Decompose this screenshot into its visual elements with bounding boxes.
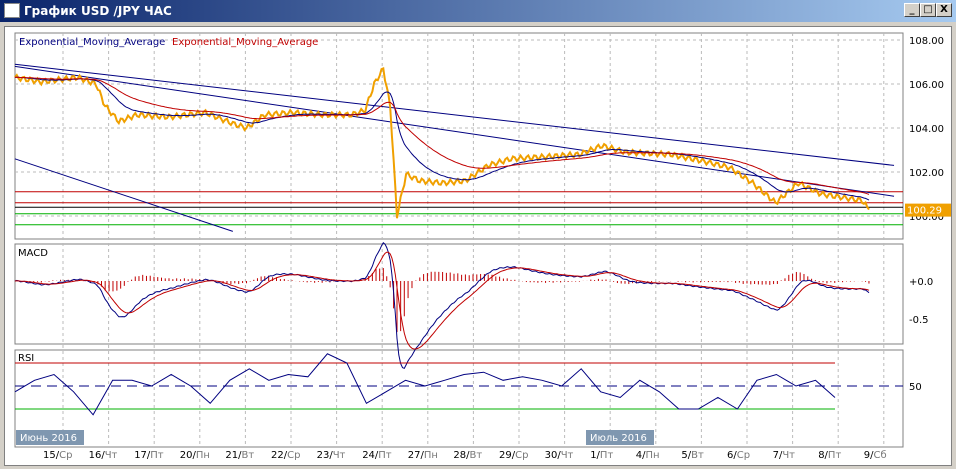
date-day: 16/ — [89, 450, 106, 461]
date-label: 6/Ср — [727, 450, 750, 461]
date-day: 20/ — [180, 450, 197, 461]
date-weekday: Ср — [59, 450, 72, 461]
date-weekday: Чт — [782, 450, 795, 461]
legend-ema-fast: Exponential_Moving_Average — [19, 37, 165, 48]
date-weekday: Вт — [691, 450, 704, 461]
date-weekday: Чт — [333, 450, 346, 461]
date-weekday: Пн — [196, 450, 210, 461]
price-tick: 102.00 — [909, 168, 944, 179]
date-day: 21/ — [225, 450, 242, 461]
price-line — [14, 67, 870, 219]
price-panel — [14, 32, 904, 240]
trend-line — [14, 65, 895, 197]
date-weekday: Пт — [828, 450, 842, 461]
date-day: 30/ — [545, 450, 562, 461]
date-label: 23/Чт — [317, 450, 346, 461]
date-weekday: Ср — [515, 450, 528, 461]
legend-ema-slow: Exponential_Moving_Average — [172, 37, 318, 48]
date-day: 24/ — [362, 450, 379, 461]
month-label: Июль 2016 — [590, 433, 647, 444]
price-tick: 106.00 — [909, 80, 944, 91]
date-weekday: Вт — [469, 450, 482, 461]
date-label: 22/Ср — [271, 450, 300, 461]
date-weekday: Чт — [561, 450, 574, 461]
date-day: 27/ — [408, 450, 425, 461]
date-weekday: Чт — [105, 450, 118, 461]
price-tick: 104.00 — [909, 124, 944, 135]
date-day: 23/ — [317, 450, 334, 461]
rsi-panel — [14, 349, 904, 448]
date-label: 17/Пт — [134, 450, 164, 461]
rsi-tick: 50 — [909, 382, 922, 393]
date-weekday: Пт — [378, 450, 392, 461]
date-label: 27/Пн — [408, 450, 438, 461]
date-day: 29/ — [499, 450, 516, 461]
current-price-label: 100.29 — [907, 206, 942, 217]
date-label: 20/Пн — [180, 450, 210, 461]
date-day: 17/ — [134, 450, 151, 461]
date-label: 5/Вт — [681, 450, 704, 461]
chart-canvas[interactable]: Exponential_Moving_Average Exponential_M… — [0, 0, 956, 469]
macd-tick: -0.5 — [909, 315, 929, 326]
date-label: 15/Ср — [43, 450, 72, 461]
date-weekday: Ср — [737, 450, 750, 461]
date-weekday: Пн — [646, 450, 660, 461]
date-day: 22/ — [271, 450, 288, 461]
macd-tick: +0.0 — [909, 277, 933, 288]
date-day: 28/ — [453, 450, 470, 461]
date-label: 29/Ср — [499, 450, 528, 461]
date-label: 7/Чт — [773, 450, 796, 461]
date-weekday: Вт — [241, 450, 254, 461]
date-label: 21/Вт — [225, 450, 254, 461]
macd-signal-line — [14, 251, 870, 350]
date-weekday: Пн — [424, 450, 438, 461]
date-weekday: Пт — [600, 450, 614, 461]
date-weekday: Пт — [150, 450, 164, 461]
date-label: 9/Сб — [864, 450, 887, 461]
date-label: 28/Вт — [453, 450, 482, 461]
date-label: 1/Пт — [590, 450, 613, 461]
date-label: 24/Пт — [362, 450, 392, 461]
macd-label: MACD — [18, 248, 48, 259]
rsi-label: RSI — [18, 353, 34, 364]
price-tick: 108.00 — [909, 36, 944, 47]
date-day: 15/ — [43, 450, 60, 461]
date-label: 16/Чт — [89, 450, 118, 461]
date-weekday: Ср — [287, 450, 300, 461]
date-weekday: Сб — [874, 450, 887, 461]
date-label: 30/Чт — [545, 450, 574, 461]
date-label: 8/Пт — [818, 450, 841, 461]
date-label: 4/Пн — [636, 450, 660, 461]
macd-panel — [14, 243, 904, 345]
month-label: Июнь 2016 — [20, 433, 77, 444]
